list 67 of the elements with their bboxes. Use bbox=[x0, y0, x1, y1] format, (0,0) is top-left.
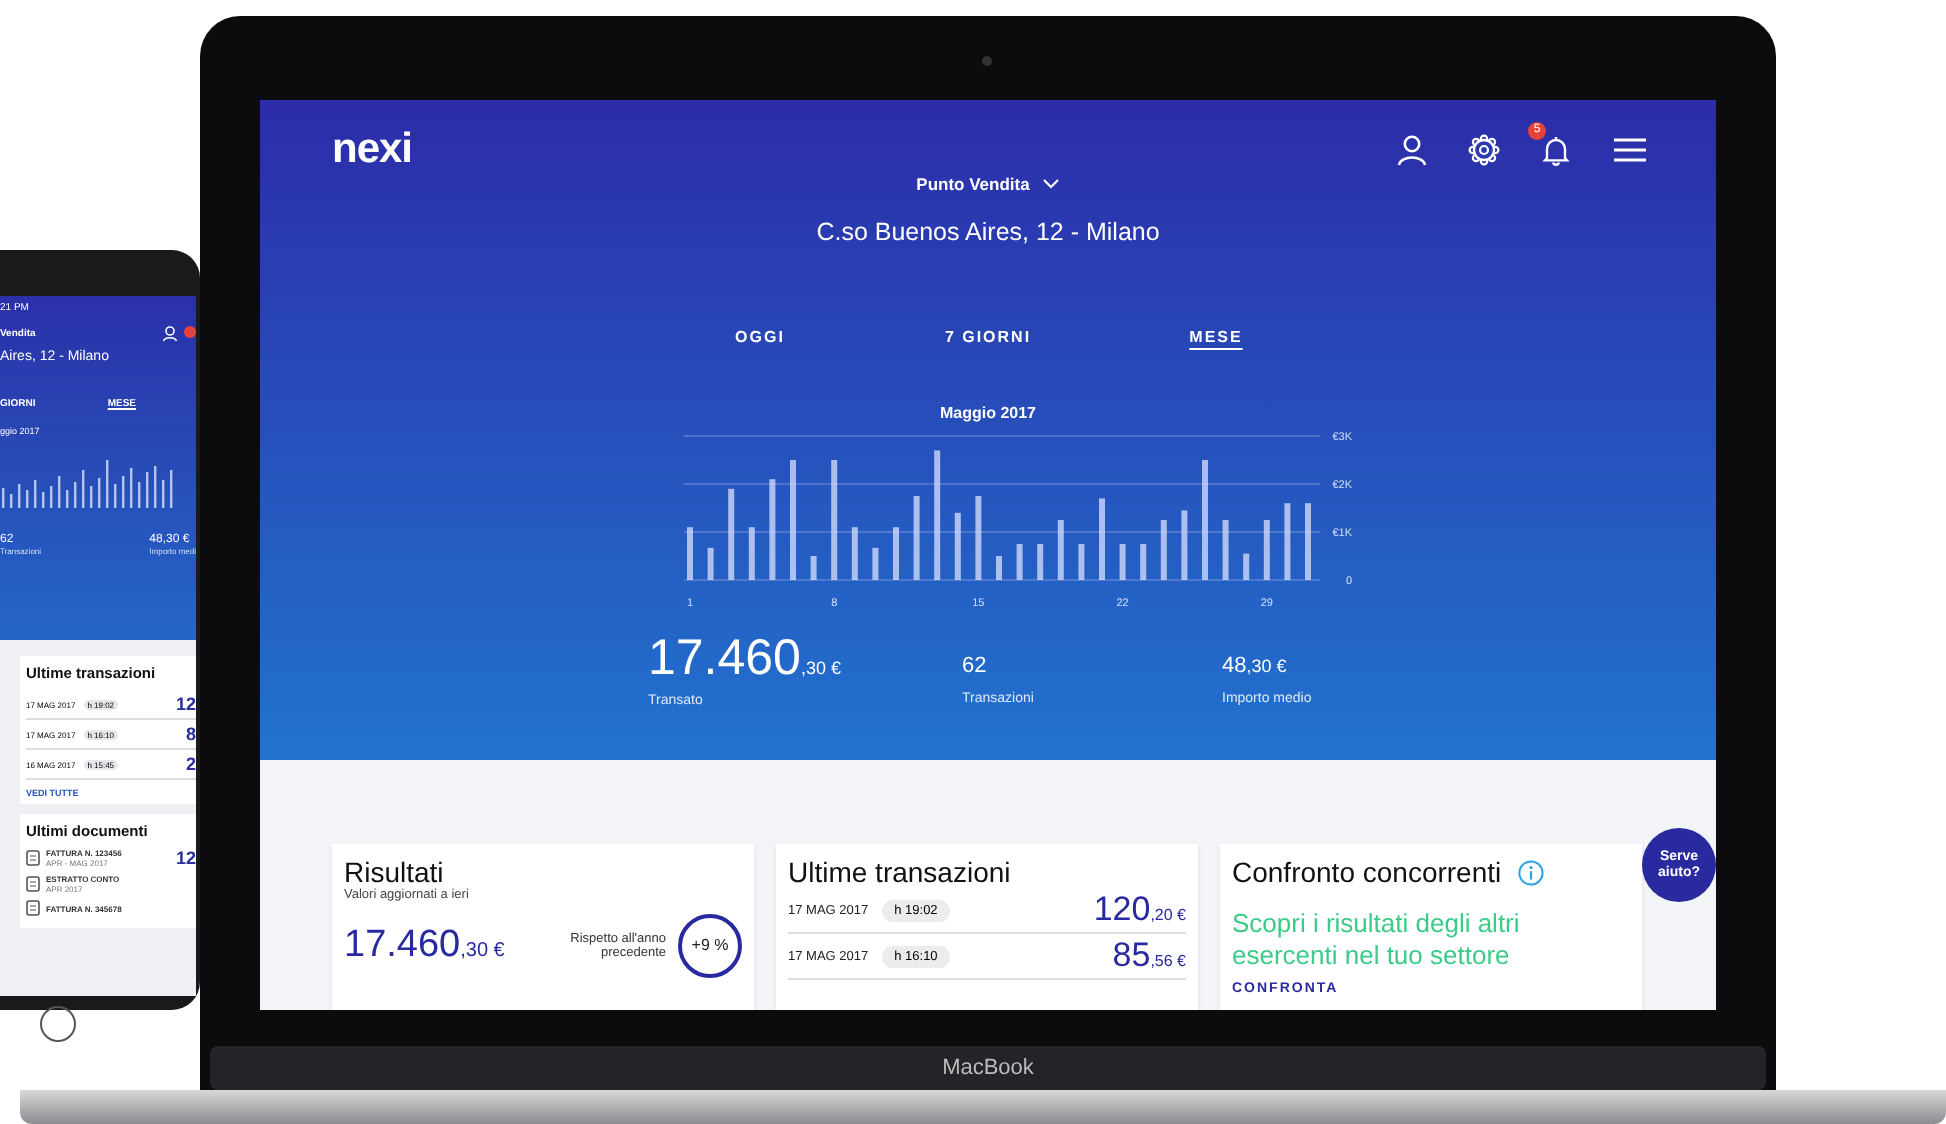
menu-icon bbox=[1612, 136, 1648, 164]
nexi-logo: nexi bbox=[332, 126, 413, 174]
chart-bar bbox=[912, 496, 919, 580]
chart-bar bbox=[1262, 520, 1269, 580]
info-icon bbox=[1517, 859, 1544, 885]
chart-bar bbox=[1221, 520, 1228, 580]
transaction-amount: 8 bbox=[185, 724, 196, 744]
change-indicator: +9 % bbox=[678, 914, 742, 978]
chart-bar bbox=[1139, 544, 1146, 580]
store-selector[interactable]: Punto Vendita bbox=[916, 174, 1060, 194]
chart-bar bbox=[1242, 553, 1249, 580]
settings-icon bbox=[1468, 134, 1500, 166]
document-amount: 12 bbox=[175, 848, 196, 868]
chart-bar bbox=[995, 556, 1001, 580]
chart-bar bbox=[1283, 503, 1290, 580]
card-title: Risultati bbox=[344, 856, 446, 888]
transaction-amount: 2 bbox=[185, 754, 196, 774]
chart-bar bbox=[1077, 544, 1084, 580]
chevron-down-icon bbox=[1041, 178, 1060, 190]
compare-message: Scopri i risultati degli altri esercenti nel tuo settore bbox=[1232, 908, 1522, 972]
chart-bar bbox=[1098, 498, 1104, 580]
chart-bar bbox=[892, 527, 898, 580]
chart-bar bbox=[830, 460, 837, 580]
chart-bar bbox=[1180, 510, 1187, 580]
user-icon bbox=[162, 326, 178, 342]
results-amount: 17.460,30 € bbox=[344, 924, 505, 968]
chart-bar bbox=[727, 488, 734, 580]
transaction-amount: 85,56 € bbox=[1112, 936, 1186, 976]
card-title: Ultime transazioni bbox=[788, 856, 1013, 888]
period-tab[interactable]: OGGI bbox=[646, 328, 874, 350]
document-icon bbox=[26, 850, 40, 866]
store-address: C.so Buenos Aires, 12 - Milano bbox=[816, 218, 1160, 246]
chart-bar bbox=[871, 547, 878, 580]
chart-title: Maggio 2017 bbox=[939, 404, 1036, 422]
document-icon bbox=[26, 876, 40, 892]
camera-dot bbox=[982, 56, 992, 66]
chart-bar bbox=[686, 527, 692, 580]
chart-bar bbox=[789, 460, 795, 580]
user-icon bbox=[1396, 134, 1428, 166]
chart-bar bbox=[1118, 544, 1125, 580]
summary-value: 17.460,30 € bbox=[648, 632, 843, 690]
chart-bar bbox=[1036, 544, 1043, 580]
chart-bar bbox=[1159, 520, 1166, 580]
summary-value: 48,30 € bbox=[1222, 652, 1289, 682]
chart-bar bbox=[747, 527, 754, 580]
notifications-icon bbox=[1540, 134, 1572, 166]
period-tab[interactable]: MESE bbox=[1102, 328, 1330, 350]
transaction-amount: 120,20 € bbox=[1093, 890, 1186, 930]
document-icon bbox=[26, 900, 40, 916]
chart-bar bbox=[1304, 503, 1310, 580]
chart-bar bbox=[706, 547, 713, 580]
chart-bar bbox=[850, 527, 857, 580]
summary-value: 62 bbox=[962, 652, 989, 682]
chart-bar bbox=[933, 450, 940, 580]
chart-bar bbox=[1015, 544, 1022, 580]
chart-bar bbox=[974, 496, 981, 580]
chart-bar bbox=[768, 479, 775, 580]
period-tab[interactable]: 7 GIORNI bbox=[874, 328, 1102, 350]
store-label: Punto Vendita bbox=[916, 174, 1030, 194]
chart-bar bbox=[809, 556, 816, 580]
transaction-amount: 12 bbox=[175, 694, 196, 714]
notification-dot bbox=[184, 326, 196, 338]
chart-bar bbox=[1056, 520, 1063, 580]
chart-bar bbox=[953, 512, 960, 580]
brand-label: MacBook bbox=[942, 1056, 1034, 1080]
card-title: Confronto concorrenti bbox=[1232, 856, 1502, 888]
chart-bar bbox=[1201, 460, 1207, 580]
